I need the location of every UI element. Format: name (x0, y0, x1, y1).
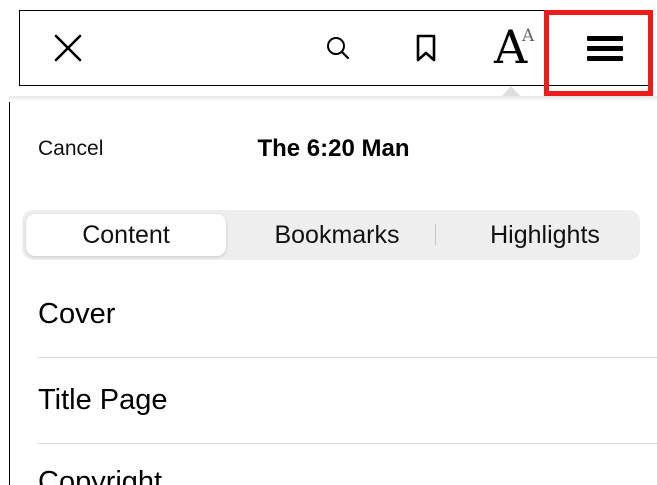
popover-top-shade (9, 96, 657, 102)
close-button[interactable] (38, 11, 98, 84)
tab-divider (435, 224, 436, 246)
bookmark-icon (416, 34, 436, 61)
popover-arrow (502, 86, 520, 96)
tab-content[interactable]: Content (26, 214, 226, 256)
contents-tab-control: Content Bookmarks Highlights (22, 210, 640, 260)
reader-screen: A A Cancel The 6:20 Man Content Bookmark… (0, 0, 657, 485)
tab-highlights[interactable]: Highlights (450, 210, 640, 260)
toc-item-title-page[interactable]: Title Page (38, 384, 168, 417)
hamburger-menu-icon (587, 35, 623, 61)
font-size-icon: A A (490, 18, 550, 78)
reader-toolbar: A A (19, 10, 653, 86)
font-icon-small-letter: A (522, 25, 535, 46)
table-of-contents-button[interactable] (560, 11, 650, 84)
close-icon (54, 34, 82, 61)
tab-bookmarks[interactable]: Bookmarks (232, 210, 442, 260)
toc-item-cover[interactable]: Cover (38, 298, 115, 331)
search-icon (327, 36, 350, 59)
search-button[interactable] (318, 11, 358, 84)
font-settings-button[interactable]: A A (486, 11, 554, 84)
row-separator (38, 443, 657, 444)
row-separator (38, 357, 657, 358)
book-title: The 6:20 Man (257, 135, 410, 162)
bookmark-button[interactable] (406, 11, 446, 84)
toc-item-copyright[interactable]: Copyright (38, 466, 162, 485)
